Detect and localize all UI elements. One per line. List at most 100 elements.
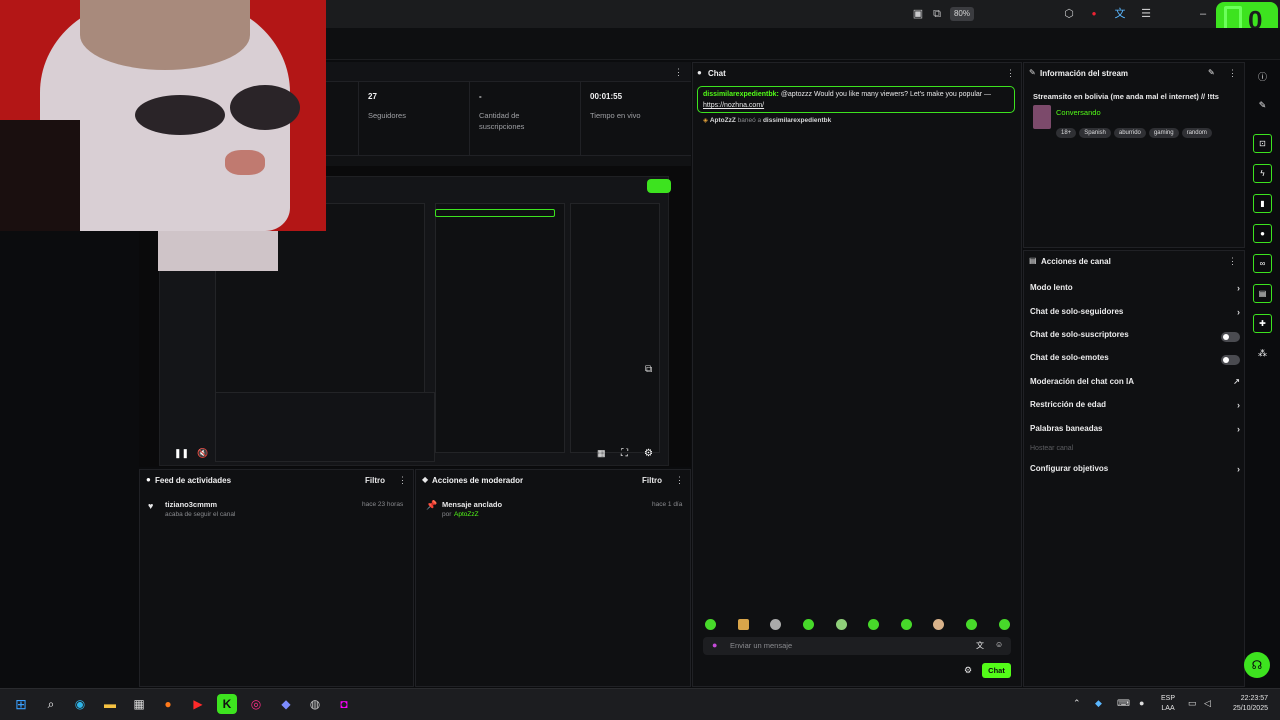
store-icon[interactable]: ▦ (129, 694, 149, 714)
emote-icon[interactable] (705, 619, 716, 630)
menu-icon[interactable]: ☰ (1139, 7, 1153, 21)
mod-action-user[interactable]: AptoZzZ (454, 511, 479, 518)
stats-options-icon[interactable]: ⋮ (674, 67, 683, 78)
ai-moderation-row[interactable]: Moderación del chat con IA ↗ (1030, 377, 1240, 391)
file-explorer-icon[interactable]: ▬ (100, 694, 120, 714)
emote-icon[interactable] (770, 619, 781, 630)
volume-icon[interactable]: ◁ (1204, 698, 1211, 709)
kick-app-icon[interactable]: K (217, 694, 237, 714)
chat-options-icon[interactable]: ⋮ (1006, 68, 1015, 79)
screenshot-icon[interactable]: ⧉ (930, 7, 944, 21)
translate-icon[interactable]: 文 (1113, 7, 1127, 21)
chat-bubble-icon[interactable]: ● (1253, 224, 1272, 243)
mod-action-title: Mensaje anclado (442, 500, 503, 509)
tag[interactable]: aburrido (1113, 128, 1146, 138)
picture-in-picture-icon[interactable]: ▣ (911, 7, 925, 21)
info-icon[interactable]: ⓘ (1253, 68, 1272, 87)
clip-icon[interactable]: ▦ (597, 448, 606, 459)
obs-icon[interactable]: ◍ (305, 694, 325, 714)
tag[interactable]: random (1181, 128, 1212, 138)
activity-time: hace 23 horas (362, 501, 404, 508)
channel-icon: ▤ (1029, 256, 1037, 265)
firefox-icon[interactable]: ● (158, 694, 178, 714)
external-link-icon: ↗ (1233, 377, 1240, 386)
emote-icon[interactable] (901, 619, 912, 630)
chat-message-link[interactable]: https://nozhna.com/ (703, 102, 764, 109)
document-icon[interactable]: ▮ (1253, 194, 1272, 213)
share-icon[interactable]: ⁂ (1253, 344, 1272, 363)
age-restriction-row[interactable]: Restricción de edad › (1030, 400, 1240, 414)
translate-chat-icon[interactable]: 文 (976, 640, 984, 651)
chat-message-user[interactable]: dissimilarexpedientbk: (703, 91, 779, 98)
ban-icon: ◈ (703, 117, 708, 124)
emote-icon[interactable] (836, 619, 847, 630)
adblock-icon[interactable]: ● (1087, 7, 1101, 21)
minimize-icon[interactable]: – (1196, 7, 1210, 21)
pip-icon[interactable]: ⧉ (645, 364, 652, 375)
activity-user[interactable]: tiziano3cmmm (165, 500, 217, 509)
ban-target[interactable]: dissimilarexpedientbk (763, 117, 831, 124)
extensions-icon[interactable]: ⬡ (1062, 7, 1076, 21)
discord-icon[interactable]: ◆ (276, 694, 296, 714)
edge-icon[interactable]: ◉ (70, 694, 90, 714)
ban-user[interactable]: AptoZzZ (710, 117, 736, 124)
tag[interactable]: gaming (1148, 128, 1179, 138)
network-icon[interactable]: ▭ (1188, 698, 1197, 709)
tray-app-icon[interactable]: ◆ (1095, 698, 1102, 709)
youtube-icon[interactable]: ▶ (188, 694, 208, 714)
chat-send-button[interactable]: Chat (982, 663, 1011, 678)
wrench-icon[interactable]: ✚ (1253, 314, 1272, 333)
chat-input[interactable]: ● Enviar un mensaje 文 ☺ (703, 637, 1011, 655)
edit-icon[interactable]: ✎ (1208, 68, 1215, 77)
tray-chevron-icon[interactable]: ⌃ (1073, 698, 1081, 709)
emotes-only-toggle[interactable] (1221, 355, 1240, 365)
chat-message[interactable]: dissimilarexpedientbk: @aptozzz Would yo… (697, 86, 1015, 113)
media-player-icon[interactable]: ◎ (246, 694, 266, 714)
pause-icon[interactable]: ❚❚ (174, 448, 189, 458)
emoji-icon[interactable]: ☺ (995, 640, 1003, 649)
slow-mode-row[interactable]: Modo lento › (1030, 283, 1240, 297)
lightning-icon[interactable]: ϟ (1253, 164, 1272, 183)
followers-only-row[interactable]: Chat de solo-seguidores › (1030, 307, 1240, 321)
category-thumbnail[interactable] (1033, 105, 1051, 129)
emote-icon[interactable] (966, 619, 977, 630)
tag[interactable]: Spanish (1079, 128, 1111, 138)
goals-row[interactable]: Configurar objetivos › (1030, 464, 1240, 478)
clock[interactable]: 22:23:57 25/10/2025 (1226, 694, 1268, 714)
pencil-icon[interactable]: ✎ (1253, 96, 1272, 115)
channel-actions-options-icon[interactable]: ⋮ (1228, 256, 1237, 267)
stream-category[interactable]: Conversando (1056, 108, 1101, 117)
emote-icon[interactable] (803, 619, 814, 630)
emote-icon[interactable] (999, 619, 1010, 630)
tray-keyboard-icon[interactable]: ⌨ (1117, 698, 1130, 709)
activity-options-icon[interactable]: ⋮ (398, 475, 407, 486)
search-icon[interactable]: ⌕ (41, 694, 61, 714)
mod-filter-button[interactable]: Filtro (642, 476, 662, 485)
mute-icon[interactable]: 🔇 (197, 448, 208, 459)
support-chat-icon[interactable]: ☊ (1244, 652, 1270, 678)
link-icon[interactable]: ∞ (1253, 254, 1272, 273)
emote-icon[interactable] (933, 619, 944, 630)
subscribers-only-toggle[interactable] (1221, 332, 1240, 342)
tray-mic-icon[interactable]: ● (1139, 698, 1144, 708)
mic-icon[interactable]: ● (712, 640, 717, 650)
mod-actions-title: Acciones de moderador (432, 476, 524, 485)
windows-start-icon[interactable]: ⊞ (11, 694, 31, 714)
language-indicator[interactable]: ESP LAA (1161, 694, 1175, 714)
layout-icon[interactable]: ▤ (1253, 284, 1272, 303)
zoom-level[interactable]: 80% (950, 7, 974, 21)
chat-settings-icon[interactable]: ⚙ (964, 665, 972, 676)
settings-icon[interactable]: ⚙ (644, 448, 653, 459)
emote-icon[interactable] (868, 619, 879, 630)
chevron-right-icon: › (1237, 400, 1240, 410)
instagram-icon[interactable]: ◘ (334, 694, 354, 714)
mod-view-icon[interactable]: ⊡ (1253, 134, 1272, 153)
stream-info-options-icon[interactable]: ⋮ (1228, 68, 1237, 79)
mod-action-by: por (442, 511, 452, 518)
tag[interactable]: 18+ (1056, 128, 1077, 138)
activity-filter-button[interactable]: Filtro (365, 476, 385, 485)
mod-options-icon[interactable]: ⋮ (675, 475, 684, 486)
fullscreen-icon[interactable]: ⛶ (621, 448, 628, 459)
emote-icon[interactable] (738, 619, 749, 630)
banned-words-row[interactable]: Palabras baneadas › (1030, 424, 1240, 438)
